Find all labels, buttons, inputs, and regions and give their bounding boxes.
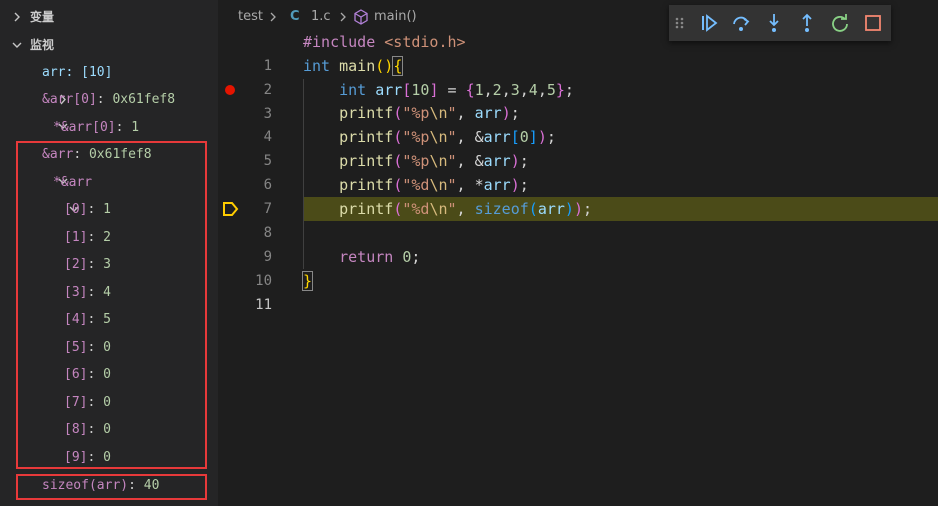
watch-section-header[interactable]: 监视 bbox=[0, 34, 218, 56]
code-editor[interactable]: test C 1.c main() 1 #include <stdio.h> 2… bbox=[218, 0, 938, 506]
step-into-icon[interactable] bbox=[762, 11, 786, 35]
variables-section-header[interactable]: 变量 bbox=[0, 6, 218, 28]
breadcrumb-folder[interactable]: test bbox=[238, 0, 263, 34]
breadcrumb-file[interactable]: 1.c bbox=[311, 0, 331, 34]
watch-item-label: arr: [10] bbox=[42, 65, 113, 80]
watch-item-addr-arr0[interactable]: &arr[0]: 0x61fef8 bbox=[0, 86, 218, 129]
stop-icon[interactable] bbox=[861, 11, 885, 35]
watch-item-arr[interactable]: arr: [10] bbox=[0, 59, 218, 105]
code-line[interactable]: 3 int arr[10] = {1,2,3,4,5}; bbox=[218, 78, 938, 122]
annotation-box-array bbox=[16, 141, 207, 469]
watch-title: 监视 bbox=[30, 38, 55, 52]
c-file-icon: C bbox=[290, 9, 300, 24]
code-line-current[interactable]: 8 printf("%d\n", sizeof(arr)); bbox=[218, 197, 938, 241]
code-line[interactable]: 5 printf("%p\n", &arr[0]); bbox=[218, 125, 938, 169]
watch-item-name: &arr[0] bbox=[42, 92, 97, 107]
line-number-active: 11 bbox=[255, 297, 272, 313]
continue-icon[interactable] bbox=[697, 11, 721, 35]
variables-title: 变量 bbox=[30, 10, 55, 24]
restart-icon[interactable] bbox=[828, 11, 852, 35]
code-line[interactable]: 10 return 0; bbox=[218, 245, 938, 289]
watch-item-name: *&arr[0] bbox=[53, 120, 116, 135]
debug-toolbar bbox=[669, 5, 891, 41]
chevron-down-icon bbox=[9, 34, 25, 56]
watch-item-value: 1 bbox=[131, 120, 140, 135]
breadcrumb-symbol[interactable]: main() bbox=[374, 0, 417, 34]
code-line[interactable]: 7 printf("%d\n", *arr); bbox=[218, 173, 938, 217]
chevron-down-icon bbox=[22, 86, 68, 129]
chevron-right-icon bbox=[22, 59, 67, 105]
watch-item-sep: : bbox=[96, 92, 113, 107]
watch-item-deref-addr-arr0[interactable]: *&arr[0]: 1 bbox=[0, 114, 218, 141]
code-line[interactable]: 11 } bbox=[218, 269, 938, 313]
chevron-right-icon bbox=[9, 6, 25, 28]
debug-sidebar: 变量 监视 arr: [10] &arr[0]: 0x61fef8 *&arr[… bbox=[0, 0, 218, 506]
annotation-box-sizeof bbox=[16, 474, 207, 500]
watch-item-sep: : bbox=[115, 120, 132, 135]
code-line[interactable]: 2 int main(){ bbox=[218, 54, 938, 98]
drag-handle-icon[interactable] bbox=[673, 11, 687, 35]
code-line[interactable]: 4 printf("%p\n", arr); bbox=[218, 101, 938, 145]
step-out-icon[interactable] bbox=[795, 11, 819, 35]
step-over-icon[interactable] bbox=[729, 11, 753, 35]
code-line[interactable]: 6 printf("%p\n", &arr); bbox=[218, 149, 938, 193]
code-line[interactable]: 9 bbox=[218, 221, 938, 265]
watch-item-value: 0x61fef8 bbox=[112, 92, 176, 107]
